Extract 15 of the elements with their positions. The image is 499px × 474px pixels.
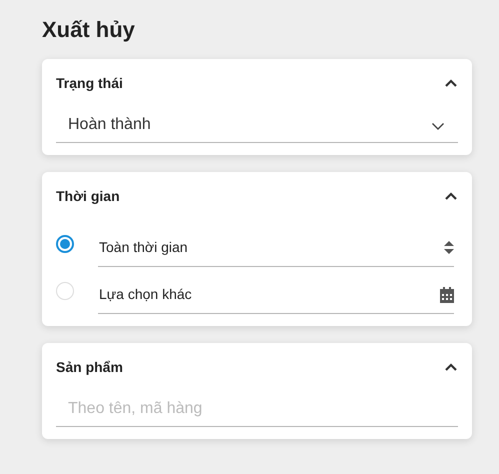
radio-button[interactable] bbox=[56, 234, 74, 252]
section-title: Trạng thái bbox=[56, 74, 123, 93]
page-title: Xuất hủy bbox=[42, 16, 136, 44]
collapse-icon[interactable] bbox=[444, 191, 458, 201]
caret-icon bbox=[431, 122, 445, 131]
sort-icon bbox=[444, 240, 454, 255]
section-title: Thời gian bbox=[56, 186, 120, 206]
collapse-icon[interactable] bbox=[444, 362, 458, 372]
select-field[interactable]: Toàn thời gian bbox=[98, 229, 454, 267]
calendar-icon bbox=[440, 286, 454, 302]
search-field[interactable]: Theo tên, mã hàng bbox=[56, 396, 458, 420]
date-field[interactable]: Lựa chọn khác bbox=[98, 276, 454, 314]
collapse-icon[interactable] bbox=[444, 78, 458, 88]
section-title: Sản phẩm bbox=[56, 358, 123, 377]
status-dropdown[interactable]: Hoàn thành bbox=[56, 107, 458, 143]
